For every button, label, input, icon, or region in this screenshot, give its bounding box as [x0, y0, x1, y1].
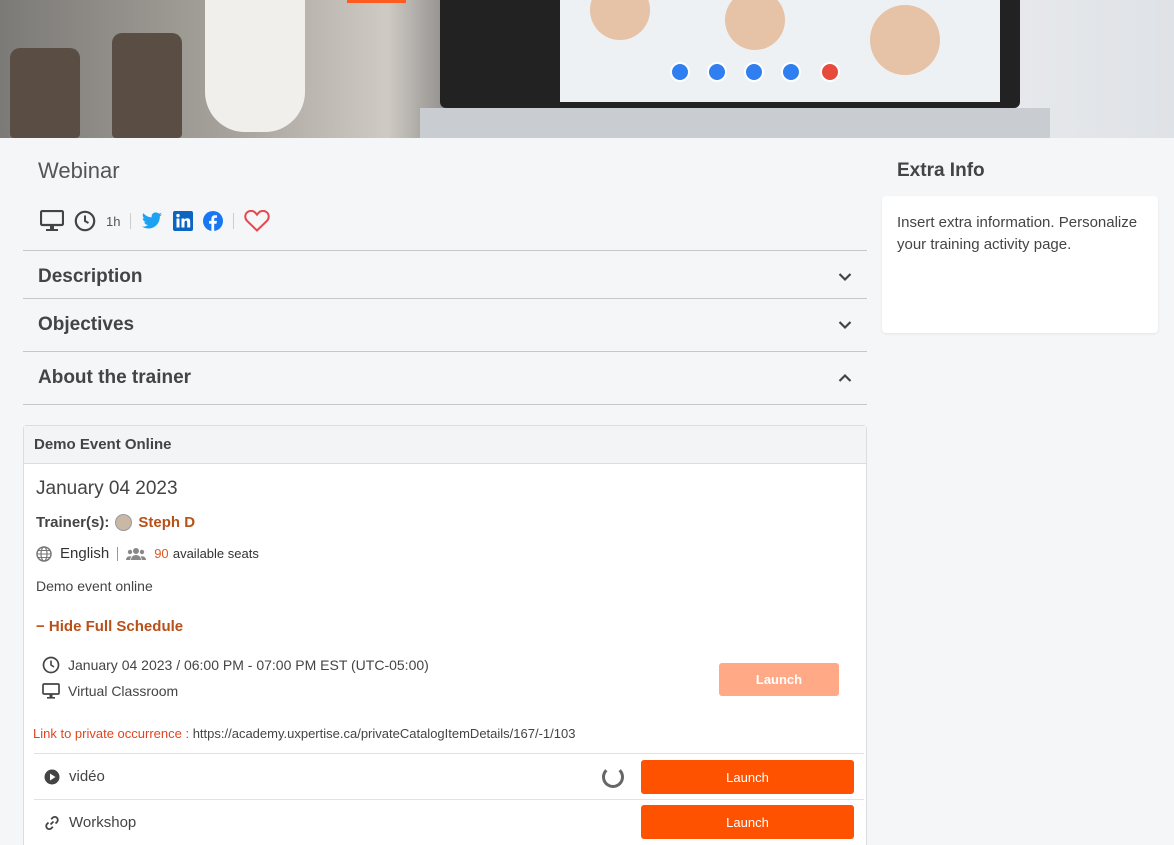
trainer-name-link[interactable]: Steph D [138, 514, 195, 531]
participant-face [590, 0, 650, 40]
users-icon [126, 547, 147, 561]
plant-pot [112, 33, 182, 138]
list-item: vidéo Launch [34, 753, 864, 799]
chevron-down-icon [838, 272, 852, 282]
item-name: Workshop [69, 814, 137, 831]
call-control-dot [707, 62, 727, 82]
accordion-description[interactable]: Description [23, 250, 867, 303]
hide-schedule-link[interactable]: − Hide Full Schedule [36, 618, 183, 635]
facebook-icon[interactable] [203, 211, 224, 231]
accordion-label: Description [38, 266, 143, 287]
event-description: Demo event online [36, 578, 153, 594]
desktop-icon [40, 210, 64, 232]
language-text: English [60, 545, 110, 562]
seats-label: available seats [172, 546, 259, 561]
extra-info-card: Insert extra information. Personalize yo… [882, 196, 1158, 333]
trainer-row: Trainer(s): Steph D [36, 514, 195, 531]
linkedin-icon[interactable] [173, 211, 194, 231]
chevron-up-icon [838, 373, 852, 383]
launch-workshop-button[interactable]: Launch [641, 805, 854, 839]
call-control-dot [744, 62, 764, 82]
extra-info-text: Insert extra information. Personalize yo… [897, 214, 1138, 253]
sidebar-title: Extra Info [897, 160, 985, 181]
trainer-label: Trainer(s): [36, 514, 110, 531]
accordion-objectives[interactable]: Objectives [23, 298, 867, 351]
private-occurrence-link: Link to private occurrence : https://aca… [33, 726, 575, 741]
laptop-keyboard [420, 108, 1050, 138]
participant-face [725, 0, 785, 50]
clock-icon [74, 210, 96, 232]
accordion-label: About the trainer [38, 367, 192, 388]
banner-accent [347, 0, 406, 3]
item-name: vidéo [69, 768, 105, 785]
meta-row: 1h [40, 206, 271, 236]
accordion-about-trainer[interactable]: About the trainer [23, 351, 867, 404]
laptop-screen [560, 0, 1000, 102]
banner-image [0, 0, 1174, 138]
avatar [115, 514, 133, 531]
call-control-dot [820, 62, 840, 82]
heart-icon[interactable] [244, 210, 271, 232]
loading-spinner-icon [602, 766, 624, 788]
divider [23, 404, 867, 405]
play-icon [44, 769, 60, 785]
call-control-dot [670, 62, 690, 82]
divider [233, 213, 235, 229]
language-seats-row: English 90 available seats [36, 545, 259, 562]
accordion-label: Objectives [38, 314, 135, 335]
launch-session-button[interactable]: Launch [719, 663, 839, 696]
list-item: Workshop Launch [34, 799, 864, 845]
seats-count: 90 [154, 546, 169, 561]
participant-face [870, 5, 940, 75]
private-link-url[interactable]: https://academy.uxpertise.ca/privateCata… [193, 726, 576, 741]
schedule-room-row: Virtual Classroom [42, 683, 178, 699]
schedule-time-text: January 04 2023 / 06:00 PM - 07:00 PM ES… [68, 657, 429, 673]
divider [130, 213, 132, 229]
plant-pot [10, 48, 80, 138]
twitter-icon[interactable] [141, 212, 163, 230]
schedule-time-row: January 04 2023 / 06:00 PM - 07:00 PM ES… [42, 656, 429, 674]
launch-video-button[interactable]: Launch [641, 760, 854, 794]
clock-icon [42, 656, 60, 674]
divider [117, 546, 119, 561]
event-date: January 04 2023 [36, 478, 178, 499]
link-icon [44, 815, 60, 831]
call-control-dot [781, 62, 801, 82]
event-card: Demo Event Online January 04 2023 Traine… [23, 425, 867, 845]
globe-icon [36, 545, 52, 562]
chevron-down-icon [838, 320, 852, 330]
duration-text: 1h [106, 213, 121, 229]
page-title: Webinar [38, 158, 120, 183]
schedule-room-text: Virtual Classroom [68, 683, 179, 699]
private-link-label: Link to private occurrence : [33, 726, 190, 741]
coffee-mug [205, 0, 305, 132]
desktop-icon [42, 683, 60, 699]
event-card-header: Demo Event Online [24, 426, 866, 464]
